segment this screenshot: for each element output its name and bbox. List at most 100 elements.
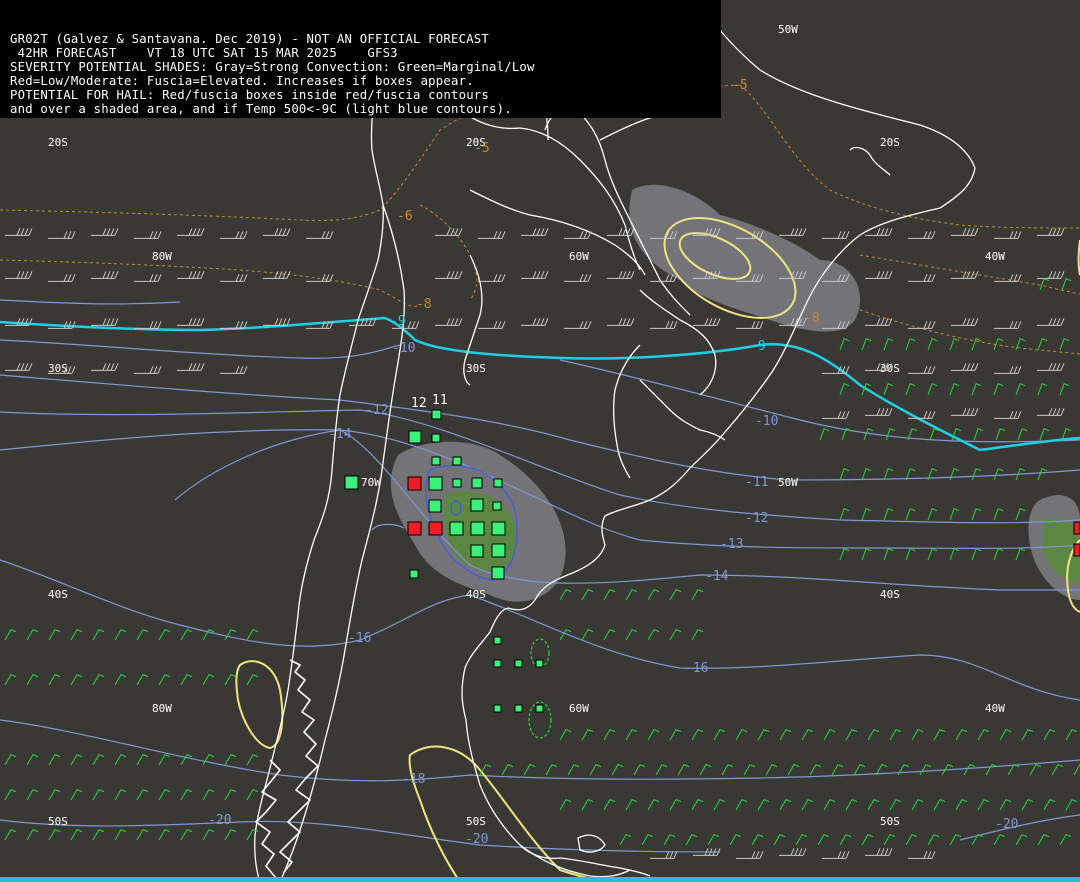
low-level-wind-barb [823,798,836,811]
low-level-wind-barb [26,788,39,801]
low-level-wind-barb [993,833,1006,846]
jet-wind-barb [478,231,506,239]
jet-wind-barb [865,271,893,279]
low-level-wind-barb [1021,728,1034,741]
jet-wind-barb [134,366,162,374]
jet-wind-barb [736,321,764,329]
low-level-wind-barb [993,468,1004,481]
yellow-contour-west [235,660,284,750]
low-level-wind-barb [707,833,720,846]
coastline-south-america-east [461,0,976,878]
jet-wind-barb [220,274,248,282]
low-level-wind-barb [625,588,638,601]
low-level-wind-barb [713,798,726,811]
low-level-wind-barb [795,833,808,846]
green-box [344,475,359,490]
low-level-wind-barb [691,728,704,741]
low-level-wind-barb [26,828,39,841]
low-level-wind-barb [70,753,83,766]
low-level-wind-barb [1037,383,1048,396]
low-level-wind-barb [158,788,171,801]
low-level-wind-barb [963,763,976,776]
grid-labels: 50W 20S 20S 20S 80W 60W 40W 30S 30S 30S … [48,23,1005,828]
low-level-wind-barb [977,728,990,741]
low-level-wind-barb [839,468,850,481]
low-level-wind-barb [1015,383,1026,396]
low-level-wind-barb [713,728,726,741]
low-level-wind-barb [691,588,704,601]
low-level-wind-barb [246,753,259,766]
low-level-wind-barb [559,728,572,741]
jet-wind-barb [134,321,162,329]
low-level-wind-barb [905,338,916,351]
low-level-wind-barb [202,753,215,766]
low-level-wind-barb [48,753,61,766]
low-level-wind-barb [839,548,850,561]
jet-wind-barb [91,363,119,371]
green-box [409,569,419,579]
jet-wind-barb [951,271,979,279]
low-level-wind-barb [92,788,105,801]
low-level-wind-barb [647,728,660,741]
low-level-wind-barb [933,728,946,741]
low-level-wind-barb [625,728,638,741]
low-level-wind-barb [971,508,982,521]
low-level-wind-barb [1059,833,1072,846]
temp-contour-minus-20 [0,819,721,853]
green-box [514,659,523,668]
low-level-wind-barb [757,798,770,811]
low-level-wind-barb [911,798,924,811]
jet-wind-barb [994,231,1022,239]
low-level-wind-barb [180,788,193,801]
jet-wind-barb [48,231,76,239]
jet-wind-barb [91,318,119,326]
low-level-wind-barb [70,628,83,641]
coastlines [254,0,976,882]
low-level-wind-barb [993,548,1004,561]
jet-wind-barb [951,318,979,326]
jet-wind-barb [994,321,1022,329]
temp-label: -13 [720,537,743,552]
low-level-wind-barb [1043,728,1056,741]
red-box [1073,521,1080,535]
low-level-wind-barb [655,763,668,776]
low-level-wind-barb [861,338,872,351]
low-level-wind-barb [92,753,105,766]
low-level-wind-barb [729,833,742,846]
jet-wind-barb [1037,271,1065,279]
green-box [428,476,443,491]
low-level-wind-barb [669,588,682,601]
low-level-wind-barb [246,788,259,801]
low-level-wind-barb [971,468,982,481]
low-level-wind-barb [889,728,902,741]
low-level-wind-barb [1061,278,1072,291]
low-level-wind-barb [927,338,938,351]
temp-label: -9 [390,314,406,329]
orange-label: -5 [474,141,490,156]
green-box [493,704,502,713]
low-level-wind-barb [669,628,682,641]
grid-label-50s-center: 50S [466,815,486,828]
low-level-wind-barb [4,673,17,686]
low-level-wind-barb [861,548,872,561]
low-level-wind-barb [202,673,215,686]
low-level-wind-barb [861,833,874,846]
low-level-wind-barb [787,763,800,776]
header-title-line: GR02T (Galvez & Santavana. Dec 2019) - N… [10,32,490,46]
low-level-wind-barb [971,338,982,351]
low-level-wind-barb [48,828,61,841]
low-level-wind-barb [92,673,105,686]
low-level-wind-barb [202,828,215,841]
low-level-wind-barb [48,673,61,686]
low-level-wind-barb [691,628,704,641]
low-level-wind-barb [845,728,858,741]
green-box [493,478,503,488]
green-box [493,636,502,645]
grid-label-40w-lower: 40W [985,702,1005,715]
header-hail-criteria-line: and over a shaded area, and if Temp 500<… [10,101,512,116]
header-severity-line: SEVERITY POTENTIAL SHADES: Gray=Strong C… [10,59,535,74]
low-level-wind-barb [977,798,990,811]
grid-label-60w-upper: 60W [569,250,589,263]
low-level-wind-barb [801,728,814,741]
low-level-wind-barb [779,728,792,741]
